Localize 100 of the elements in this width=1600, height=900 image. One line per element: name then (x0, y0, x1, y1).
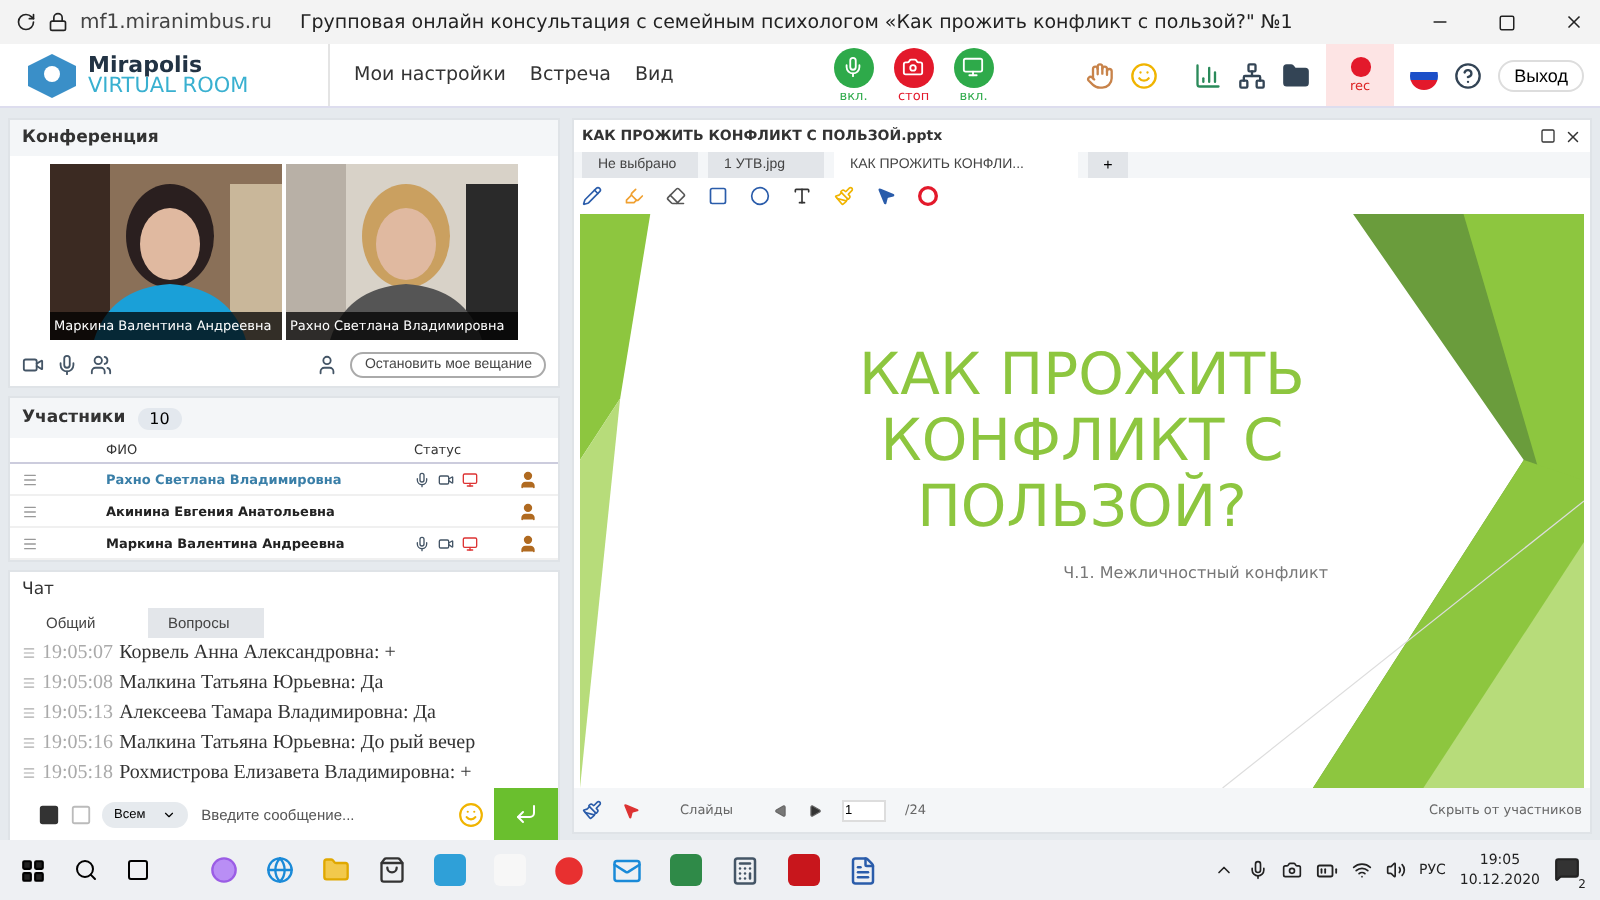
microphone-icon (414, 535, 430, 551)
logo-text: VIRTUAL ROOM (88, 75, 249, 97)
browser-icon[interactable] (266, 856, 294, 884)
hand-icon[interactable] (1086, 61, 1115, 89)
logo-icon (28, 53, 76, 97)
menu-item[interactable]: Встреча (529, 64, 612, 86)
previous-icon[interactable] (773, 803, 788, 817)
caret-icon (161, 807, 176, 821)
color-swatch-icon[interactable] (70, 803, 92, 825)
menu-item[interactable]: Мои настройки (354, 64, 506, 86)
help-icon[interactable] (1454, 61, 1483, 89)
drag-handle-icon (22, 646, 36, 660)
chat-message: Малкина Татьяна Юрьевна: Да (119, 672, 384, 694)
pointer-icon[interactable] (876, 186, 896, 206)
message-time: 19:05:13 (42, 702, 114, 724)
mail-icon[interactable] (612, 855, 642, 885)
drag-handle-icon[interactable] (22, 471, 38, 487)
close-icon[interactable] (1564, 12, 1584, 32)
camera-icon (438, 535, 454, 551)
logo-text: Mirapolis (88, 53, 203, 75)
message-time: 19:05:07 (42, 642, 114, 664)
calculator-icon[interactable] (730, 855, 760, 885)
drag-handle-icon[interactable] (22, 503, 38, 519)
lock-icon (48, 12, 68, 32)
slide-subtitle: Ч.1. Межличностный конфликт (1063, 564, 1328, 582)
camera-icon (902, 56, 925, 78)
panel-title: Участники (22, 408, 126, 428)
participant-count: 10 (137, 407, 182, 429)
microphone-icon (414, 471, 430, 487)
camera-icon[interactable] (22, 354, 44, 376)
page-title: Групповая онлайн консультация с семейным психологом «Как прожить конфликт с пользой?" №1 (299, 11, 1295, 33)
slide-title: КАК ПРОЖИТЬ (859, 342, 1305, 408)
media-button[interactable] (893, 47, 934, 87)
chat-message: Малкина Татьяна Юрьевна: До рый вечер (119, 732, 476, 754)
panel-title: Чат (22, 580, 54, 600)
record-icon[interactable] (1349, 56, 1372, 78)
monitor-icon (962, 56, 985, 78)
menu-item[interactable]: Вид (635, 64, 674, 86)
reload-icon[interactable] (16, 12, 36, 32)
notification-icon[interactable] (1554, 855, 1580, 881)
pen-icon[interactable] (582, 186, 602, 206)
wifi-icon[interactable] (1351, 860, 1372, 880)
slide-title: КОНФЛИКТ С (880, 408, 1284, 474)
user-icon (316, 354, 339, 376)
enter-icon (514, 802, 538, 826)
network-icon[interactable] (1238, 61, 1267, 89)
document-icon[interactable] (848, 855, 878, 885)
volume-icon[interactable] (1385, 860, 1406, 880)
message-time: 19:05:16 (42, 732, 114, 754)
close-icon[interactable] (1564, 127, 1582, 145)
camera-icon[interactable] (1281, 860, 1302, 880)
camera-icon (438, 471, 454, 487)
battery-icon[interactable] (1315, 859, 1338, 881)
maximize-icon[interactable] (1498, 13, 1516, 31)
drag-handle-icon (22, 736, 36, 750)
drag-handle-icon (22, 766, 36, 780)
folder-icon[interactable] (1282, 61, 1311, 89)
user-icon (518, 533, 538, 553)
maximize-icon[interactable] (1540, 128, 1556, 144)
circle-icon[interactable] (750, 186, 770, 206)
assistant-icon[interactable] (210, 856, 238, 884)
task-view-icon[interactable] (126, 858, 150, 882)
drag-handle-icon (22, 706, 36, 720)
search-icon[interactable] (74, 858, 98, 882)
drag-handle-icon[interactable] (22, 535, 38, 551)
panel-title: Конференция (22, 128, 159, 148)
store-icon[interactable] (378, 856, 406, 884)
microphone-icon (842, 56, 865, 78)
microphone-icon[interactable] (56, 354, 78, 376)
app-icon[interactable] (788, 854, 820, 886)
app-icon[interactable] (670, 854, 702, 886)
user-icon (518, 501, 538, 521)
drag-handle-icon (22, 676, 36, 690)
monitor-icon (462, 535, 478, 551)
chat-message: Рохмистрова Елизавета Владимировна: + (119, 762, 472, 784)
message-time: 19:05:08 (42, 672, 114, 694)
user-icon (518, 469, 538, 489)
text-tool-icon[interactable] (792, 186, 812, 206)
pointer-icon[interactable] (622, 801, 640, 819)
add-tab-button[interactable]: + (1088, 152, 1128, 178)
media-button[interactable] (953, 47, 994, 87)
start-icon[interactable] (20, 857, 46, 883)
stop-icon[interactable] (918, 186, 938, 206)
eraser-icon[interactable] (666, 186, 686, 206)
microphone-icon[interactable] (1247, 860, 1268, 880)
color-swatch-icon[interactable] (38, 803, 60, 825)
message-time: 19:05:18 (42, 762, 114, 784)
users-icon[interactable] (90, 354, 112, 376)
brush-icon[interactable] (582, 800, 602, 820)
monitor-icon (462, 471, 478, 487)
chart-icon[interactable] (1194, 61, 1223, 89)
slide-title: ПОЛЬЗОЙ? (917, 474, 1247, 540)
next-icon[interactable] (807, 803, 822, 817)
url-text: mf1.miranimbus.ru (80, 11, 272, 33)
app-icon[interactable] (554, 855, 584, 885)
exit-button[interactable]: Выход (1498, 59, 1584, 91)
media-button[interactable] (833, 47, 874, 87)
chat-message: Корвель Анна Александровна: + (119, 642, 396, 664)
rectangle-icon[interactable] (708, 186, 728, 206)
chat-message: Алексеева Тамара Владимировна: Да (119, 702, 436, 724)
